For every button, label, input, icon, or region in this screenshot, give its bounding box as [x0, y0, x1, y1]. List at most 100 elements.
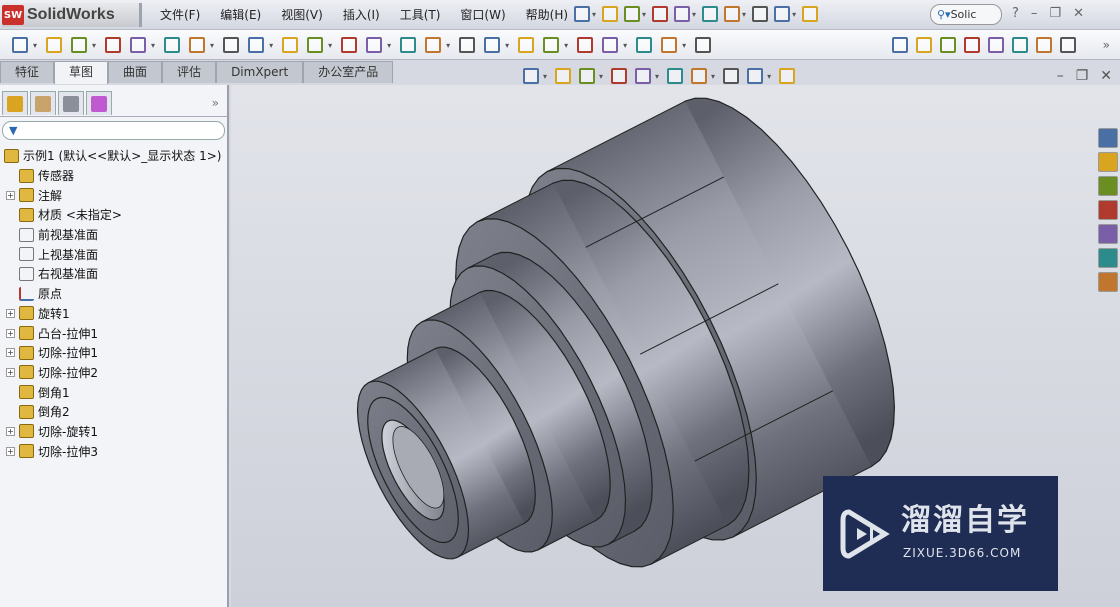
- dropdown-arrow-icon[interactable]: ▾: [655, 72, 659, 81]
- tab-3[interactable]: 评估: [162, 61, 217, 83]
- line-icon[interactable]: [71, 37, 88, 53]
- polygon-icon[interactable]: [223, 37, 240, 53]
- tree-item[interactable]: 上视基准面: [0, 244, 227, 264]
- dropdown-arrow-icon[interactable]: ▾: [543, 72, 547, 81]
- section-properties-icon[interactable]: [964, 37, 980, 53]
- quick-snaps-icon[interactable]: [695, 37, 712, 53]
- expand-icon[interactable]: +: [6, 367, 15, 377]
- file-explorer-icon[interactable]: [1098, 176, 1118, 196]
- ellipse-icon[interactable]: [282, 37, 299, 53]
- open-folder-icon[interactable]: [624, 6, 641, 22]
- offset-icon[interactable]: [341, 37, 358, 53]
- dropdown-arrow-icon[interactable]: ▾: [711, 72, 715, 81]
- warning-icon[interactable]: [518, 37, 535, 53]
- options-list-icon[interactable]: [774, 6, 791, 22]
- forum-icon[interactable]: [1098, 272, 1118, 292]
- tab-5[interactable]: 办公室产品: [303, 61, 394, 83]
- menu-item[interactable]: 工具(T): [390, 6, 451, 23]
- view-palette-icon[interactable]: [1098, 200, 1118, 220]
- measure-icon[interactable]: [916, 37, 932, 53]
- dropdown-arrow-icon[interactable]: ▾: [151, 41, 155, 50]
- more-icon[interactable]: [802, 6, 819, 22]
- spell-check-icon[interactable]: [892, 37, 908, 53]
- tree-item[interactable]: 材质 <未指定>: [0, 205, 227, 225]
- performance-icon[interactable]: [988, 37, 1004, 53]
- print-icon[interactable]: [674, 6, 691, 22]
- previous-view-icon[interactable]: [579, 68, 596, 84]
- point-icon[interactable]: [400, 37, 417, 53]
- dropdown-arrow-icon[interactable]: ▾: [682, 41, 686, 50]
- new-document-icon[interactable]: [602, 6, 619, 22]
- edit-appearance-icon[interactable]: [723, 68, 740, 84]
- pin-icon[interactable]: [574, 6, 590, 22]
- tree-item[interactable]: + 凸台-拉伸1: [0, 323, 227, 343]
- menu-item[interactable]: 帮助(H): [516, 6, 578, 23]
- doc-close-button[interactable]: ✕: [1100, 68, 1112, 84]
- check-icon[interactable]: [1036, 37, 1052, 53]
- dropdown-arrow-icon[interactable]: ▾: [387, 41, 391, 50]
- dropdown-arrow-icon[interactable]: ▾: [792, 10, 796, 19]
- smart-dimension-icon[interactable]: [46, 37, 63, 53]
- search-input[interactable]: Solic: [951, 8, 977, 21]
- dropdown-arrow-icon[interactable]: ▾: [564, 41, 568, 50]
- mass-properties-icon[interactable]: [940, 37, 956, 53]
- expand-icon[interactable]: +: [6, 446, 15, 456]
- tab-4[interactable]: DimXpert: [216, 61, 304, 83]
- tree-item[interactable]: + 旋转1: [0, 304, 227, 324]
- construction-icon[interactable]: [636, 37, 653, 53]
- restore-button[interactable]: ❐: [1049, 6, 1061, 22]
- dropdown-arrow-icon[interactable]: ▾: [210, 41, 214, 50]
- trim-icon[interactable]: [484, 37, 501, 53]
- arc-icon[interactable]: [189, 37, 206, 53]
- view-orientation-icon[interactable]: [635, 68, 652, 84]
- display-style-icon[interactable]: [667, 68, 684, 84]
- view-settings-icon[interactable]: [779, 68, 796, 84]
- apply-scene-icon[interactable]: [747, 68, 764, 84]
- appearances-icon[interactable]: [1098, 224, 1118, 244]
- dropdown-arrow-icon[interactable]: ▾: [623, 41, 627, 50]
- save-icon[interactable]: [652, 6, 669, 22]
- convert-entities-icon[interactable]: [459, 37, 476, 53]
- statistics-icon[interactable]: [1012, 37, 1028, 53]
- tree-item[interactable]: 传感器: [0, 166, 227, 186]
- relations-icon[interactable]: [602, 37, 619, 53]
- mirror-icon[interactable]: [425, 37, 442, 53]
- dimxpert-manager-tab[interactable]: [86, 91, 112, 115]
- slot-icon[interactable]: [130, 37, 147, 53]
- menu-item[interactable]: 插入(I): [333, 6, 390, 23]
- undo-icon[interactable]: [702, 6, 719, 22]
- tree-item[interactable]: + 切除-旋转1: [0, 422, 227, 442]
- custom-properties-icon[interactable]: [1098, 248, 1118, 268]
- zoom-area-icon[interactable]: [555, 68, 572, 84]
- expand-icon[interactable]: +: [6, 308, 15, 318]
- tab-0[interactable]: 特征: [0, 61, 55, 83]
- dropdown-arrow-icon[interactable]: ▾: [269, 41, 273, 50]
- tree-item[interactable]: 倒角2: [0, 402, 227, 422]
- fillet-icon[interactable]: [307, 37, 324, 53]
- tree-item[interactable]: 右视基准面: [0, 264, 227, 284]
- menu-item[interactable]: 视图(V): [271, 6, 333, 23]
- dropdown-arrow-icon[interactable]: ▾: [505, 41, 509, 50]
- text-icon[interactable]: [366, 37, 383, 53]
- dropdown-arrow-icon[interactable]: ▾: [599, 72, 603, 81]
- select-arrow-icon[interactable]: [724, 6, 741, 22]
- dropdown-arrow-icon[interactable]: ▾: [92, 41, 96, 50]
- doc-minimize-button[interactable]: –: [1057, 68, 1064, 84]
- expand-icon[interactable]: +: [6, 190, 15, 200]
- dropdown-arrow-icon[interactable]: ▾: [767, 72, 771, 81]
- tree-item[interactable]: + 切除-拉伸1: [0, 343, 227, 363]
- spline-icon[interactable]: [248, 37, 265, 53]
- dropdown-arrow-icon[interactable]: ▾: [692, 10, 696, 19]
- dropdown-arrow-icon[interactable]: ▾: [742, 10, 746, 19]
- design-library-icon[interactable]: [1098, 152, 1118, 172]
- property-manager-tab[interactable]: [30, 91, 56, 115]
- home-icon[interactable]: [1098, 128, 1118, 148]
- rebuild-traffic-light-icon[interactable]: [752, 6, 769, 22]
- dropdown-arrow-icon[interactable]: ▾: [642, 10, 646, 19]
- doc-restore-button[interactable]: ❐: [1076, 68, 1089, 84]
- repair-icon[interactable]: [661, 37, 678, 53]
- menu-item[interactable]: 文件(F): [150, 6, 210, 23]
- solidworks-logo[interactable]: SW SolidWorks: [2, 3, 142, 27]
- feature-manager-tab[interactable]: [2, 91, 28, 115]
- menu-item[interactable]: 窗口(W): [450, 6, 515, 23]
